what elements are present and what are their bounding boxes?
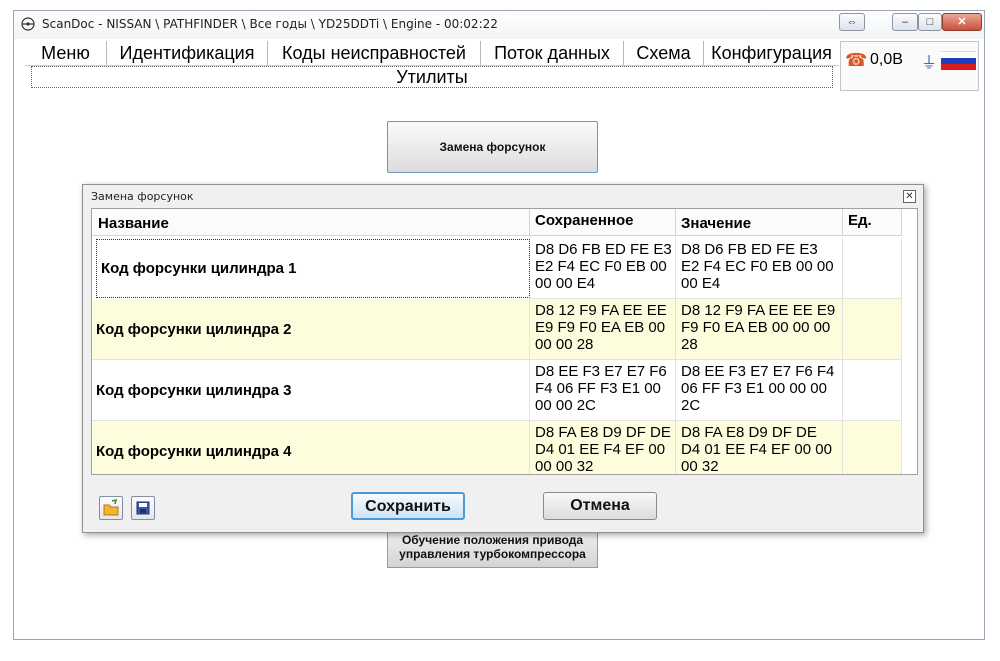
minimize-button[interactable]: – — [892, 13, 918, 31]
dialog-close-icon[interactable]: ✕ — [903, 190, 916, 203]
window-title: ScanDoc - NISSAN \ PATHFINDER \ Все годы… — [42, 17, 498, 31]
turbo-button-line1: Обучение положения привода — [401, 533, 584, 547]
table-cell-unit[interactable] — [843, 421, 902, 474]
table-cell-unit[interactable] — [843, 238, 902, 299]
table-cell-unit[interactable] — [843, 299, 902, 360]
tab-utilities[interactable]: Утилиты — [31, 66, 833, 88]
save-floppy-icon[interactable] — [131, 496, 155, 520]
voltage-readout: 0,0В — [870, 51, 903, 68]
table-cell-value[interactable]: D8 FA E8 D9 DF DE D4 01 EE F4 EF 00 00 0… — [676, 421, 843, 474]
title-bar: ScanDoc - NISSAN \ PATHFINDER \ Все годы… — [14, 11, 984, 39]
table-row-name[interactable]: Код форсунки цилиндра 3 — [92, 360, 530, 421]
open-folder-icon[interactable] — [99, 496, 123, 520]
table-cell-value[interactable]: D8 12 F9 FA EE EE E9 F9 F0 EA EB 00 00 0… — [676, 299, 843, 360]
menu-item-menu[interactable]: Меню — [25, 41, 107, 65]
table-cell-saved[interactable]: D8 EE F3 E7 E7 F6 F4 06 FF F3 E1 00 00 0… — [530, 360, 676, 421]
table-row-name[interactable]: Код форсунки цилиндра 2 — [92, 299, 530, 360]
table-cell-unit[interactable] — [843, 360, 902, 421]
table-cell-value[interactable]: D8 EE F3 E7 E7 F6 F4 06 FF F3 E1 00 00 0… — [676, 360, 843, 421]
column-header-name[interactable]: Название — [92, 209, 530, 236]
close-button[interactable]: ✕ — [942, 13, 982, 31]
menu-bar: Меню Идентификация Коды неисправностей П… — [25, 41, 839, 65]
dialog-button-bar: Сохранить Отмена — [91, 484, 918, 526]
table-row-name[interactable]: Код форсунки цилиндра 4 — [92, 421, 530, 474]
menu-item-configuration[interactable]: Конфигурация — [704, 41, 839, 65]
status-panel: ☎ 0,0В ⏚ — [840, 41, 979, 91]
table-row-name[interactable]: Код форсунки цилиндра 1 — [96, 239, 530, 298]
menu-item-data-stream[interactable]: Поток данных — [481, 41, 624, 65]
table-cell-value[interactable]: D8 D6 FB ED FE E3 E2 F4 EC F0 EB 00 00 0… — [676, 238, 843, 299]
save-button[interactable]: Сохранить — [351, 492, 465, 520]
turbo-button-line2: управления турбокомпрессора — [399, 547, 586, 561]
column-header-saved[interactable]: Сохраненное — [530, 209, 676, 236]
language-flag-icon[interactable] — [941, 51, 976, 70]
menu-item-fault-codes[interactable]: Коды неисправностей — [268, 41, 481, 65]
maximize-button[interactable]: □ — [918, 13, 942, 31]
app-steering-wheel-icon — [21, 17, 35, 31]
menu-item-identification[interactable]: Идентификация — [107, 41, 268, 65]
table-cell-saved[interactable]: D8 D6 FB ED FE E3 E2 F4 EC F0 EB 00 00 0… — [530, 238, 676, 299]
cancel-button[interactable]: Отмена — [543, 492, 657, 520]
column-header-value[interactable]: Значение — [676, 209, 843, 236]
table-cell-saved[interactable]: D8 FA E8 D9 DF DE D4 01 EE F4 EF 00 00 0… — [530, 421, 676, 474]
restore-arrows-icon[interactable]: ⇔ — [839, 13, 865, 31]
column-header-unit[interactable]: Ед. — [843, 209, 902, 236]
menu-item-scheme[interactable]: Схема — [624, 41, 704, 65]
dialog-title: Замена форсунок — [91, 190, 194, 203]
injector-table: Название Сохраненное Значение Ед. Код фо… — [91, 208, 918, 475]
plug-icon: ⏚ — [921, 55, 938, 72]
phone-icon: ☎ — [845, 50, 868, 70]
injector-dialog: Замена форсунок ✕ Название Сохраненное З… — [82, 184, 924, 533]
injector-replacement-button[interactable]: Замена форсунок — [387, 121, 598, 173]
table-cell-saved[interactable]: D8 12 F9 FA EE EE E9 F9 F0 EA EB 00 00 0… — [530, 299, 676, 360]
